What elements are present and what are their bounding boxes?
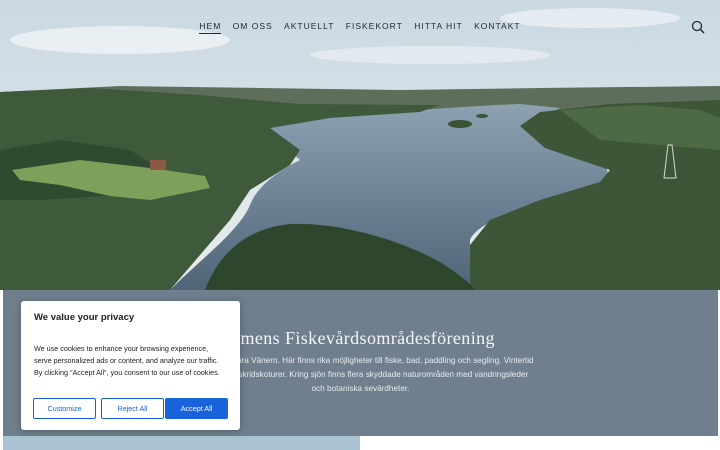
customize-button[interactable]: Customize	[33, 398, 96, 419]
lake-landscape-photo	[0, 0, 720, 290]
nav-item-kontakt[interactable]: KONTAKT	[474, 21, 521, 33]
next-section-image	[3, 436, 360, 450]
nav-item-hem[interactable]: HEM	[199, 21, 222, 34]
cookie-line: By clicking "Accept All", you consent to…	[34, 368, 220, 377]
cookie-line: serve personalized ads or content, and a…	[34, 356, 219, 365]
intro-line: pelfiske och skridskoturer. Kring sjön f…	[192, 370, 529, 379]
main-navigation: HEM OM OSS AKTUELLT FISKEKORT HITTA HIT …	[0, 21, 720, 34]
search-icon[interactable]	[691, 20, 705, 34]
nav-item-aktuellt[interactable]: AKTUELLT	[284, 21, 334, 33]
reject-all-button[interactable]: Reject All	[101, 398, 164, 419]
accept-all-button[interactable]: Accept All	[165, 398, 228, 419]
nav-item-hitta-hit[interactable]: HITTA HIT	[414, 21, 463, 33]
intro-line: och botaniska sevärdheter.	[311, 384, 410, 393]
nav-item-om-oss[interactable]: OM OSS	[233, 21, 273, 33]
cookie-message: We use cookies to enhance your browsing …	[34, 343, 234, 379]
hero-image	[0, 0, 720, 290]
cookie-title: We value your privacy	[34, 312, 135, 323]
cookie-line: We use cookies to enhance your browsing …	[34, 344, 209, 353]
next-section-panel	[360, 436, 720, 450]
nav-item-fiskekort[interactable]: FISKEKORT	[346, 21, 403, 33]
cookie-consent-dialog: We value your privacy We use cookies to …	[21, 301, 240, 430]
